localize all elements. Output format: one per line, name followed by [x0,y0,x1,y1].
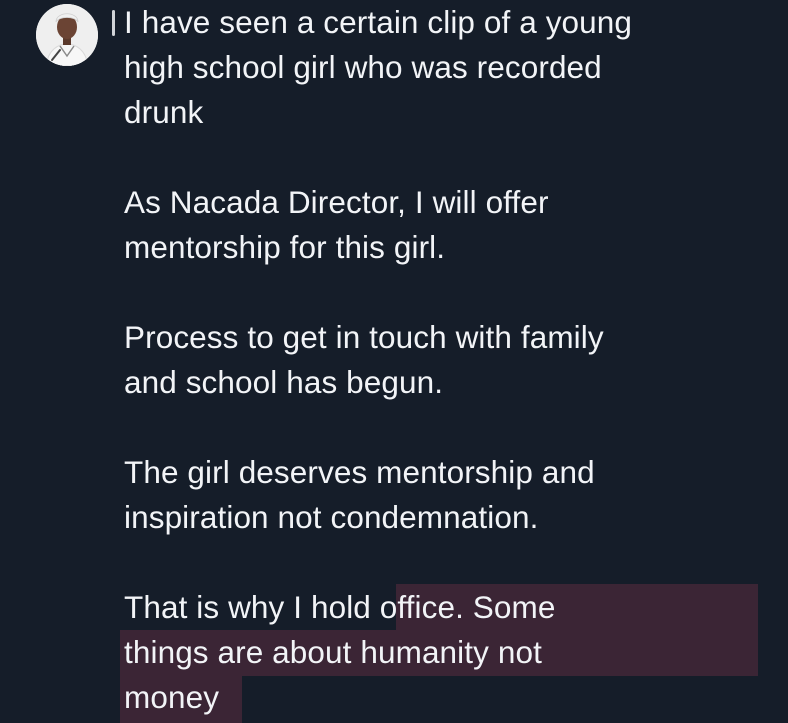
avatar[interactable] [36,4,98,66]
tweet-paragraph: That is why I hold office. Some things a… [124,589,556,715]
profile-photo-icon [36,4,98,66]
tweet-body: I have seen a certain clip of a young hi… [124,0,784,720]
tweet-paragraph: Process to get in touch with family and … [124,319,604,400]
scroll-edge-mark [112,10,115,36]
tweet-paragraph: I have seen a certain clip of a young hi… [124,4,633,130]
tweet-paragraph: As Nacada Director, I will offer mentors… [124,184,549,265]
tweet-paragraph: The girl deserves mentorship and inspira… [124,454,595,535]
